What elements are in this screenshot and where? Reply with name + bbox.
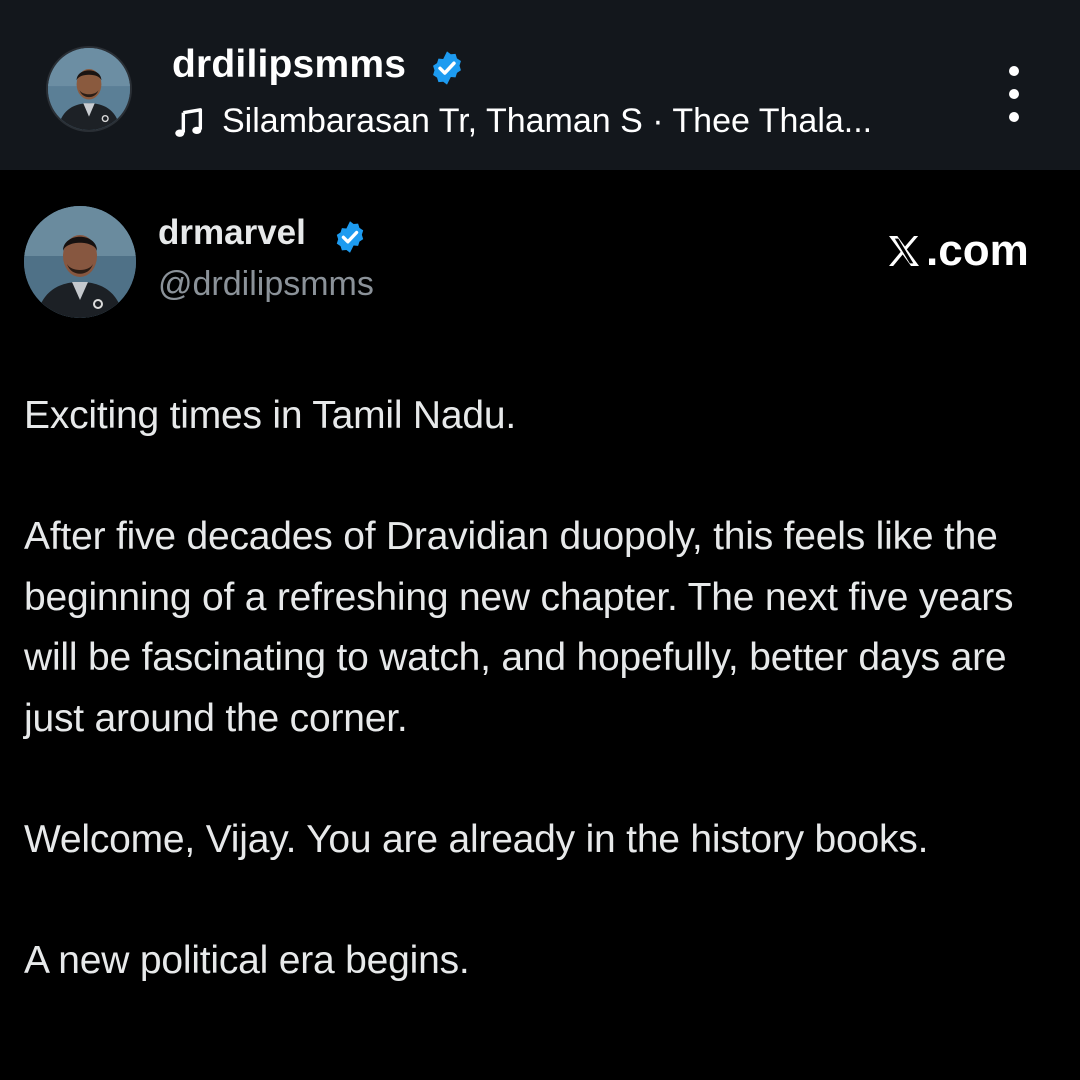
tweet-paragraph: After five decades of Dravidian duopoly,…	[24, 515, 1014, 740]
post-music-label[interactable]: Silambarasan Tr, Thaman S · Thee Thala..…	[222, 102, 872, 141]
verified-badge-icon	[336, 221, 364, 253]
tweet-paragraph: Welcome, Vijay. You are already in the h…	[24, 817, 929, 861]
avatar-photo	[48, 48, 130, 130]
more-dot	[1009, 66, 1019, 76]
more-dot	[1009, 89, 1019, 99]
tweet-source-text: .com	[926, 226, 1029, 275]
x-logo-icon	[889, 236, 919, 266]
more-dot	[1009, 112, 1019, 122]
post-username[interactable]: drdilipsmms	[172, 43, 406, 87]
tweet-paragraph: Exciting times in Tamil Nadu.	[24, 394, 517, 437]
verified-badge-icon	[433, 51, 461, 85]
tweet-body: Exciting times in Tamil Nadu. After five…	[24, 386, 1044, 991]
screenshot-page: drdilipsmms Silambarasan Tr, Thaman S · …	[0, 0, 1080, 1080]
more-vertical-icon[interactable]	[990, 66, 1038, 122]
tweet-source-label: .com	[884, 226, 1029, 276]
tweet-display-name: drmarvel	[158, 213, 306, 252]
tweet-handle: @drdilipsmms	[158, 265, 374, 303]
tweet-avatar-photo	[24, 206, 136, 318]
music-note-icon	[175, 108, 203, 137]
tweet-paragraph: A new political era begins.	[24, 938, 470, 982]
post-header: drdilipsmms Silambarasan Tr, Thaman S · …	[0, 0, 1080, 170]
avatar[interactable]	[46, 46, 132, 132]
tweet-avatar	[24, 206, 136, 318]
